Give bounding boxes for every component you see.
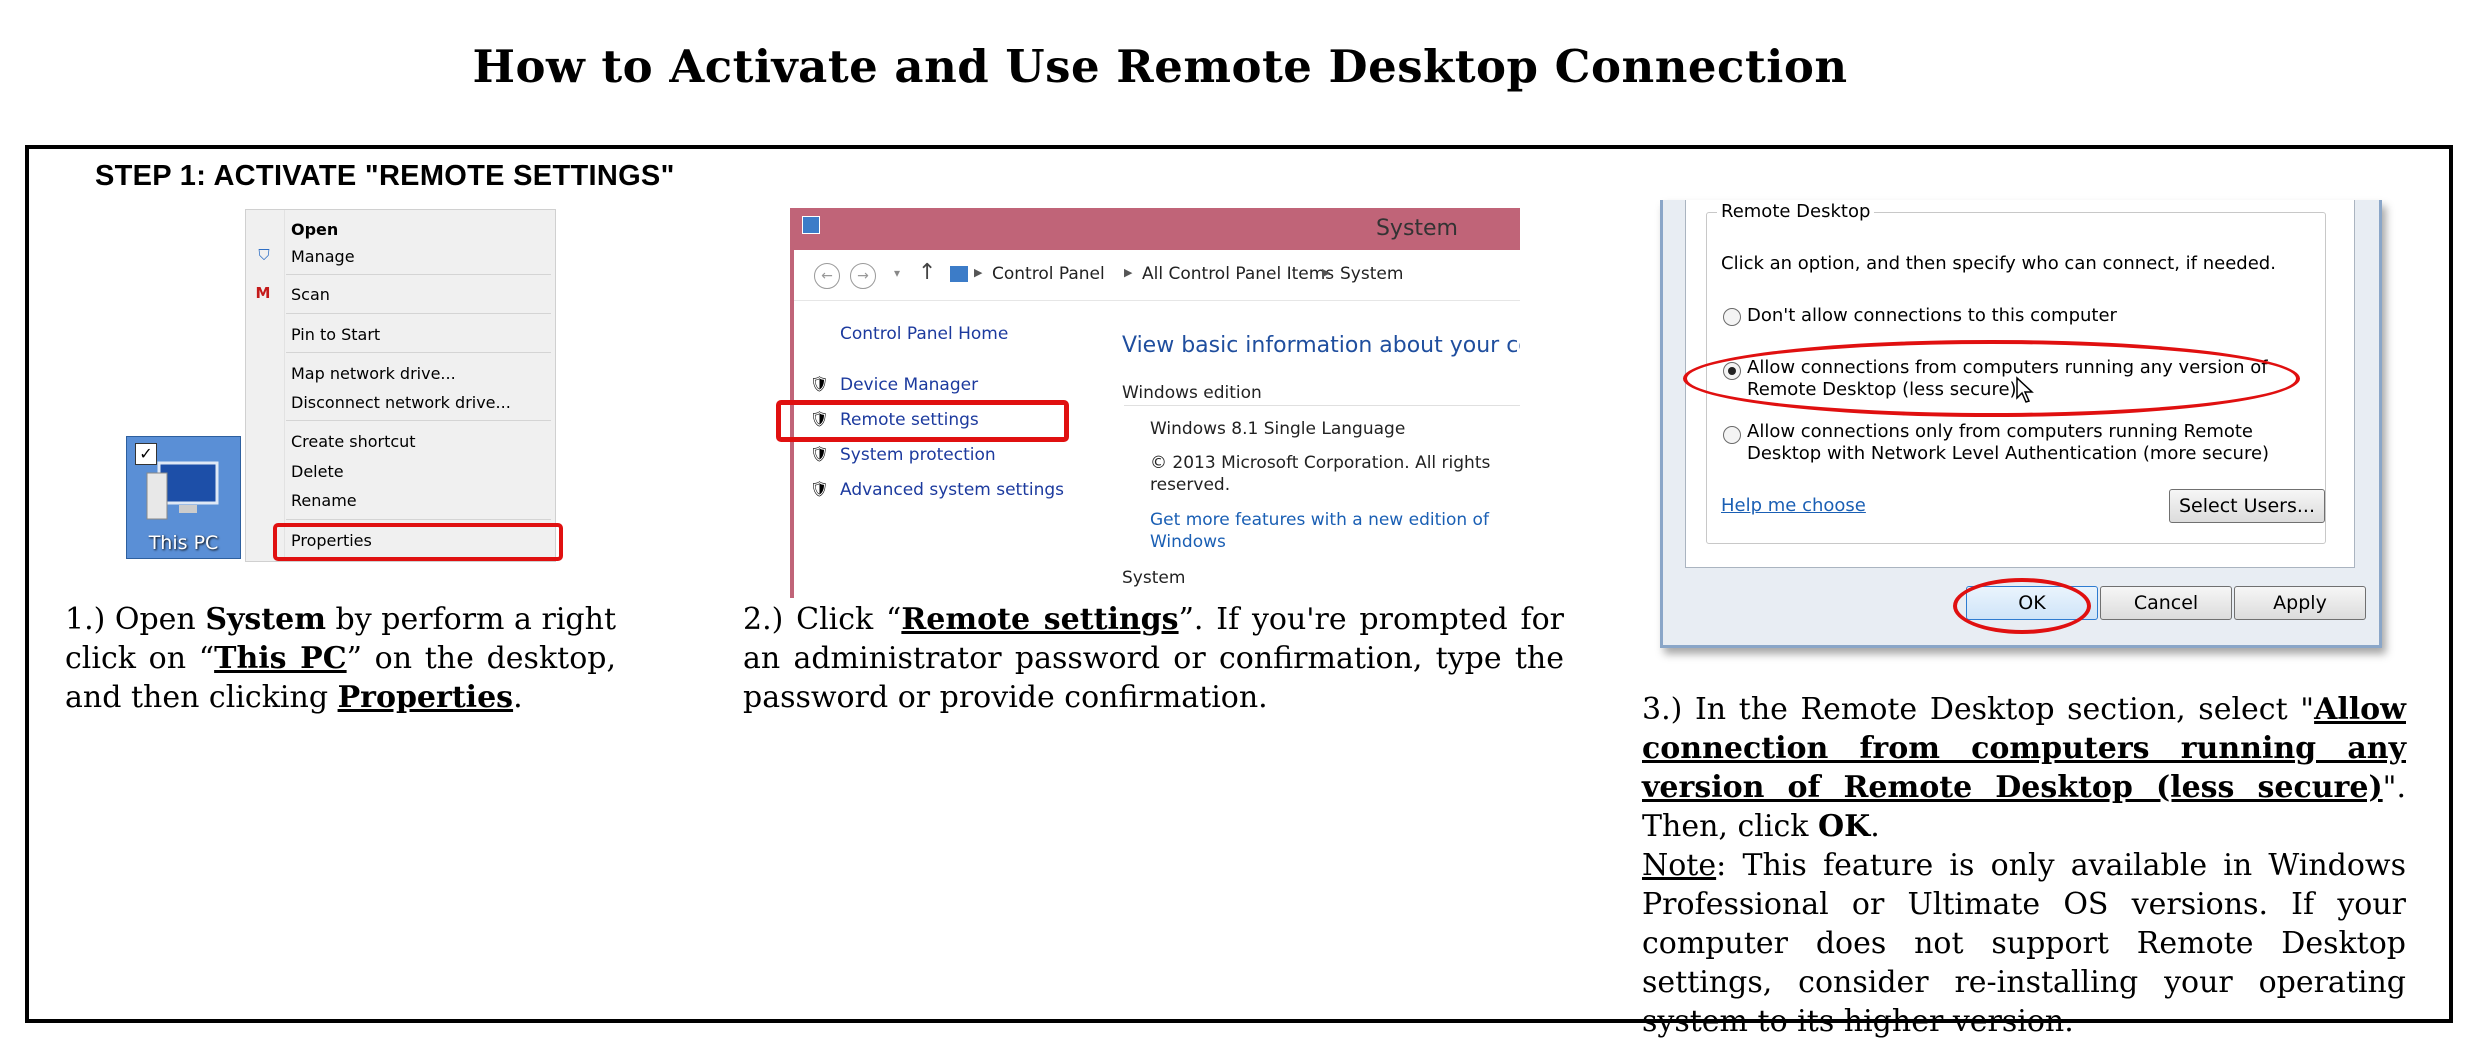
sidebar-advanced-system-settings[interactable]: Advanced system settings (840, 480, 1064, 500)
system-term: System (205, 602, 326, 637)
this-pc-desktop-icon[interactable]: ✓ This PC (126, 436, 241, 559)
menu-item-open[interactable]: Open (291, 220, 338, 239)
allow-option-highlight-ellipse (1683, 340, 2300, 417)
step1-caption: 1.) Open System by perform a right click… (65, 602, 617, 715)
more-features-link[interactable]: Get more features with a new edition of … (1150, 509, 1500, 553)
back-icon[interactable]: ← (814, 263, 840, 289)
shield-icon: ⛉ (258, 246, 270, 264)
properties-term: Properties (337, 680, 514, 715)
main-heading: View basic information about your com (1122, 333, 1520, 358)
context-menu: Open ⛉ Manage M Scan Pin to Start Map ne… (245, 209, 556, 562)
computer-icon (146, 461, 219, 520)
breadcrumb-all-items[interactable]: All Control Panel Items (1142, 264, 1334, 284)
chevron-right-icon: ▶ (1124, 266, 1133, 279)
menu-item-map-network-drive[interactable]: Map network drive... (291, 364, 456, 383)
chevron-right-icon: ▶ (974, 266, 983, 279)
menu-item-manage[interactable]: Manage (291, 247, 355, 266)
menu-item-scan[interactable]: Scan (291, 285, 330, 304)
ok-button-highlight-ellipse (1953, 578, 2091, 634)
radio-dont-allow[interactable] (1723, 308, 1741, 326)
system-app-icon (802, 216, 820, 234)
remote-settings-term: Remote settings (901, 602, 1179, 637)
apply-button[interactable]: Apply (2234, 586, 2366, 620)
address-bar: ← → ▾ ↑ ▶ Control Panel ▶ All Control Pa… (794, 250, 1520, 301)
remote-settings-highlight-box (776, 400, 1069, 442)
note-label: Note (1642, 848, 1717, 883)
step3-caption: 3.) In the Remote Desktop section, selec… (1642, 692, 2406, 1039)
step2-caption: 2.) Click “Remote settings”. If you're p… (743, 602, 1564, 715)
antivirus-icon: M (255, 284, 271, 302)
system-section-label: System (1122, 568, 1186, 588)
select-users-button[interactable]: Select Users... (2169, 489, 2325, 523)
shield-icon: 🛡 (810, 480, 830, 498)
forward-icon[interactable]: → (850, 263, 876, 289)
breadcrumb-control-panel[interactable]: Control Panel (992, 264, 1105, 284)
note-text: : This feature is only available in Wind… (1642, 848, 2406, 1039)
page-title: How to Activate and Use Remote Desktop C… (472, 40, 1848, 93)
recent-dropdown-icon[interactable]: ▾ (894, 266, 900, 280)
control-panel-icon (950, 266, 968, 282)
copyright-text: © 2013 Microsoft Corporation. All rights… (1150, 453, 1491, 495)
radio-allow-nla-only[interactable] (1723, 426, 1741, 444)
menu-item-create-shortcut[interactable]: Create shortcut (291, 432, 416, 451)
step-heading: STEP 1: ACTIVATE "REMOTE SETTINGS" (95, 160, 675, 192)
window-title: System (1375, 216, 1458, 241)
option-allow-nla-label: Allow connections only from computers ru… (1747, 421, 2270, 464)
sidebar-control-panel-home[interactable]: Control Panel Home (840, 324, 1008, 344)
option-dont-allow-label: Don't allow connections to this computer (1747, 305, 2117, 326)
ok-term: OK (1818, 809, 1871, 844)
shield-icon: 🛡 (810, 445, 830, 463)
up-arrow-icon[interactable]: ↑ (918, 260, 936, 285)
windows-edition-label: Windows edition (1122, 383, 1262, 403)
menu-item-rename[interactable]: Rename (291, 491, 357, 510)
instruction-text: Click an option, and then specify who ca… (1721, 253, 2276, 274)
help-me-choose-link[interactable]: Help me choose (1721, 495, 1866, 516)
this-pc-term: This PC (214, 641, 347, 676)
menu-item-pin-to-start[interactable]: Pin to Start (291, 325, 380, 344)
menu-item-delete[interactable]: Delete (291, 462, 344, 481)
sidebar-device-manager[interactable]: Device Manager (840, 375, 978, 395)
sidebar-system-protection[interactable]: System protection (840, 445, 996, 465)
cancel-button[interactable]: Cancel (2100, 586, 2232, 620)
menu-item-disconnect-network-drive[interactable]: Disconnect network drive... (291, 393, 511, 412)
chevron-right-icon: ▶ (1322, 266, 1331, 279)
breadcrumb-system[interactable]: System (1340, 264, 1403, 284)
this-pc-label: This PC (148, 532, 219, 554)
windows-edition-value: Windows 8.1 Single Language (1150, 419, 1406, 439)
remote-desktop-group-label: Remote Desktop (1717, 201, 1875, 222)
shield-icon: 🛡 (810, 375, 830, 393)
window-titlebar: System (794, 208, 1520, 250)
properties-highlight-box (273, 523, 563, 561)
